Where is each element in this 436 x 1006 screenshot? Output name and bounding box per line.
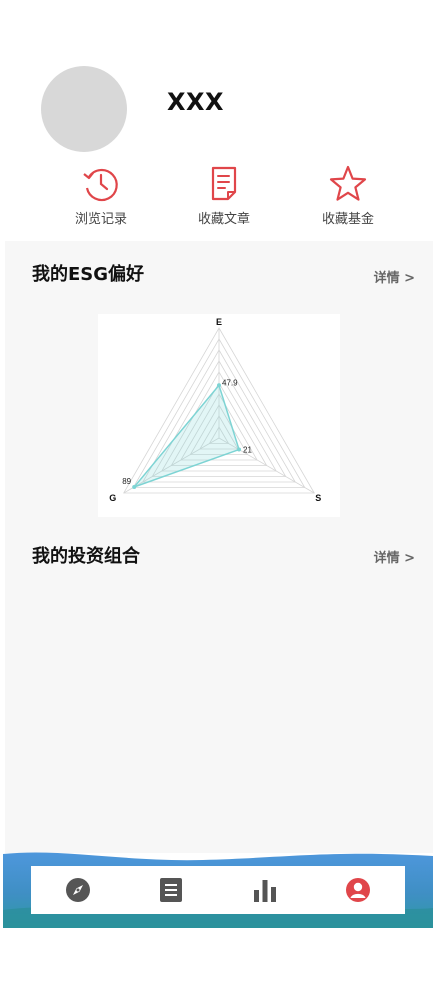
radar-point-g [132,484,137,489]
radar-svg: 47.9 21 89 E S G [109,317,321,503]
radar-point-s [237,447,242,452]
bottom-nav-area [3,850,433,930]
esg-details-link[interactable]: 详情 > [374,267,415,286]
content-panel: 我的ESG偏好 详情 > 47.9 21 89 E S G 我的投资组合 详情 > [5,241,433,853]
bottom-nav-bar [31,866,405,914]
nav-articles[interactable] [151,870,191,910]
nav-profile[interactable] [338,870,378,910]
document-icon [211,166,237,201]
esg-radar-chart: 47.9 21 89 E S G [98,314,340,517]
saved-articles-button[interactable]: 收藏文章 [169,164,279,227]
saved-funds-button[interactable]: 收藏基金 [293,164,403,227]
radar-axis-label-e: E [216,317,222,327]
radar-value-label: 47.9 [222,378,238,387]
nav-analytics[interactable] [245,870,285,910]
star-icon [329,165,367,201]
radar-point-e [217,383,221,388]
browse-history-button[interactable]: 浏览记录 [46,164,156,227]
browse-history-label: 浏览记录 [74,212,127,227]
username: XXX [167,88,225,116]
radar-value-label: 21 [243,446,252,455]
radar-axis-label-s: S [315,493,321,503]
saved-funds-label: 收藏基金 [321,212,374,227]
user-profile-icon [346,878,371,902]
radar-value-label: 89 [122,477,131,486]
portfolio-title: 我的投资组合 [32,546,140,567]
radar-axis-label-g: G [109,493,116,503]
profile-page: XXX 浏览记录 收藏文章 收藏基金 我的ESG偏好 详情 > 47.9 21 89… [0,0,436,1006]
radar-data-area [131,383,240,489]
bar-chart-icon [253,880,276,902]
esg-preference-title: 我的ESG偏好 [32,264,145,285]
list-icon [160,878,183,902]
history-clock-icon [83,168,118,202]
saved-articles-label: 收藏文章 [197,212,250,227]
compass-icon [65,878,90,902]
portfolio-details-link[interactable]: 详情 > [374,547,415,566]
avatar[interactable] [41,66,127,152]
nav-discover[interactable] [58,870,98,910]
